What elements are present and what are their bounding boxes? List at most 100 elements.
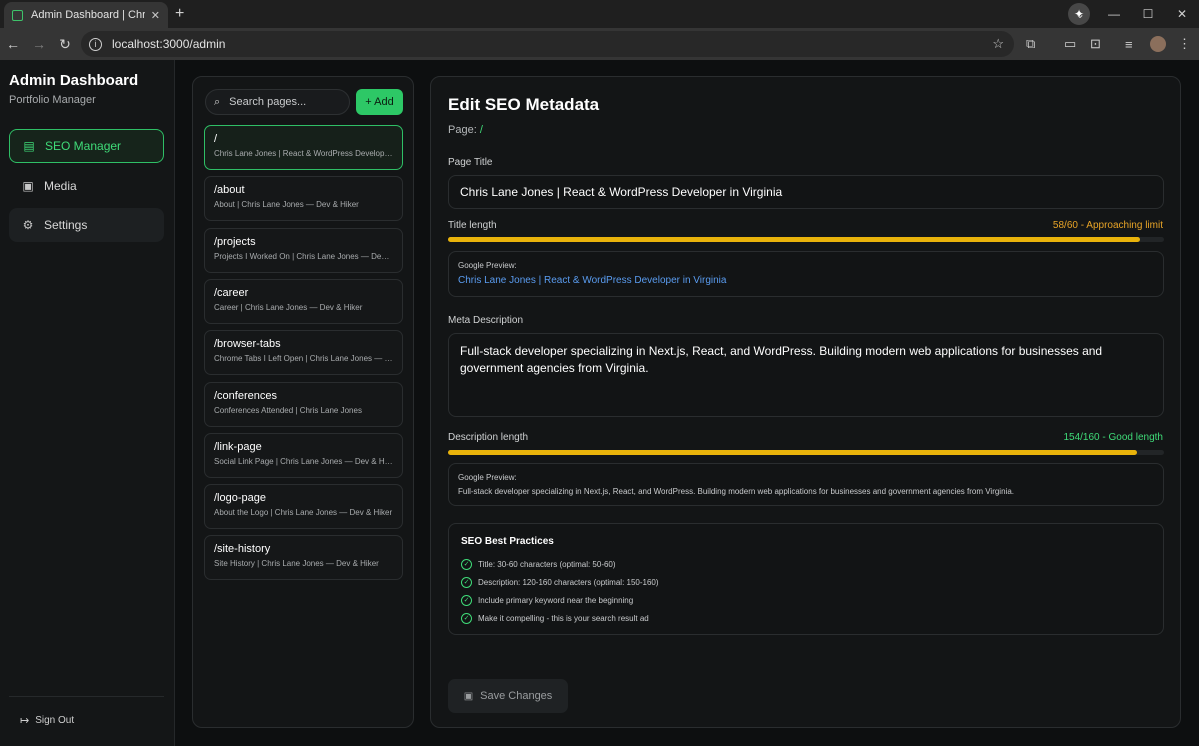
save-changes-button[interactable]: ▣ Save Changes [448,679,568,713]
close-tab-icon[interactable]: ✕ [151,9,160,22]
best-practice-item: ✓ Title: 30-60 characters (optimal: 50-60… [461,555,1151,573]
description-length-fill [448,450,1138,455]
description-google-preview: Google Preview: Full-stack developer spe… [448,463,1164,506]
title-google-preview: Google Preview: Chris Lane Jones | React… [448,251,1164,297]
reload-icon[interactable]: ↻ [52,36,78,53]
check-circle-icon: ✓ [461,576,472,588]
seo-best-practices: SEO Best Practices ✓ Title: 30-60 charact… [448,523,1164,635]
best-practice-item: ✓ Description: 120-160 characters (optima… [461,573,1151,591]
page-meta-title: Social Link Page | Chris Lane Jones — De… [214,456,393,466]
preview-title: Chris Lane Jones | React & WordPress Dev… [458,275,727,286]
description-length-label: Description length [448,432,529,443]
bookmark-star-icon[interactable]: ☆ [992,36,1004,52]
preview-label: Google Preview: [458,473,517,482]
description-textarea[interactable]: Full-stack developer specializing in Nex… [448,333,1164,417]
site-info-icon[interactable]: i [89,37,102,51]
title-label: Page Title [448,157,493,168]
page-list-item[interactable]: /link-page Social Link Page | Chris Lane … [204,432,403,478]
document-icon: ▤ [23,139,35,153]
add-page-button[interactable]: + Add [356,89,403,115]
sign-out-icon: ↦ [20,715,30,727]
title-length-label: Title length [448,220,497,231]
new-tab-icon[interactable]: + [175,5,184,23]
sidebar-item-label: Settings [44,218,88,232]
page-path: /browser-tabs [214,338,281,351]
tab-title: Admin Dashboard | Chris Lane [31,9,145,21]
best-practice-text: Title: 30-60 characters (optimal: 50-60) [478,559,616,569]
sidebar-item-media[interactable]: ▣ Media [9,169,164,203]
favicon-icon [12,9,23,21]
page-meta-title: Career | Chris Lane Jones — Dev & Hiker [214,302,363,312]
page-list-item[interactable]: /logo-page About the Logo | Chris Lane Jo… [204,484,403,530]
best-practice-item: ✓ Make it compelling - this is your searc… [461,609,1151,627]
description-label: Meta Description [448,315,524,326]
sign-out-button[interactable]: ↦ Sign Out [20,714,74,727]
page-meta-title: Chris Lane Jones | React & WordPress Dev… [214,149,393,158]
back-icon[interactable]: ← [0,36,26,52]
sidebar: Admin Dashboard Portfolio Manager ▤ SEO … [0,60,175,746]
page-path: /projects [214,235,256,248]
page-path: /career [214,286,249,299]
sidebar-item-label: SEO Manager [45,139,122,153]
browser-tab[interactable]: Admin Dashboard | Chris Lane ✕ [4,2,168,28]
save-label: Save Changes [480,690,553,702]
sidebar-divider [9,696,164,697]
reading-list-icon[interactable]: ≡ [1125,28,1133,60]
page-meta-title: Chrome Tabs I Left Open | Chris Lane Jon… [214,354,393,364]
page-list-item[interactable]: /site-history Site History | Chris Lane J… [204,535,403,581]
screenshot-icon[interactable]: ⊡ [1090,28,1101,60]
best-practices-heading: SEO Best Practices [461,536,554,547]
close-window-icon[interactable]: ✕ [1165,7,1199,21]
editor-panel: Edit SEO Metadata Page: / Page Title Chr… [430,76,1181,728]
best-practice-text: Include primary keyword near the beginni… [478,595,634,605]
best-practice-text: Make it compelling - this is your search… [478,613,649,623]
preview-description: Full-stack developer specializing in Nex… [458,487,1014,496]
search-input[interactable]: ⌕ Search pages... [205,89,350,115]
cast-icon[interactable]: ▭ [1064,28,1076,60]
check-circle-icon: ✓ [461,612,472,624]
pages-panel: ⌕ Search pages... + Add / Chris Lane Jone… [192,76,414,728]
image-icon: ▣ [22,179,34,193]
extensions-icon[interactable]: ⧉ [1026,28,1035,60]
page-list-item[interactable]: /browser-tabs Chrome Tabs I Left Open | C… [204,330,403,376]
url-text: localhost:3000/admin [112,37,226,51]
page-list-item[interactable]: /conferences Conferences Attended | Chris… [204,381,403,427]
maximize-icon[interactable]: ☐ [1131,7,1165,21]
search-icon: ⌕ [214,95,221,108]
check-circle-icon: ✓ [461,594,472,606]
title-count: 58/60 - Approaching limit [1052,220,1163,231]
address-bar[interactable]: i localhost:3000/admin ☆ [81,31,1014,57]
editor-heading: Edit SEO Metadata [448,95,600,114]
sign-out-label: Sign Out [35,715,75,726]
page-list-item[interactable]: /projects Projects I Worked On | Chris La… [204,227,403,273]
page-list-item[interactable]: /about About | Chris Lane Jones — Dev & H… [204,176,403,222]
minimize-icon[interactable]: — [1097,7,1131,21]
avatar[interactable] [1150,36,1166,52]
gear-icon: ⚙ [22,218,34,232]
app-subtitle: Portfolio Manager [9,94,96,106]
browser-toolbar: ← → ↻ i localhost:3000/admin ☆ ⧉ ▭ ⊡ ≡ ⋮ [0,28,1199,60]
sidebar-item-seo-manager[interactable]: ▤ SEO Manager [9,129,164,163]
preview-label: Google Preview: [458,261,517,270]
page-meta-title: Site History | Chris Lane Jones — Dev & … [214,559,379,569]
page-meta-title: Conferences Attended | Chris Lane Jones [214,405,362,415]
page-value: / [479,124,483,136]
page-list-item[interactable]: / Chris Lane Jones | React & WordPress De… [204,125,403,170]
browser-tab-bar: Admin Dashboard | Chris Lane ✕ + ✦ ⌄ — ☐… [0,0,1199,28]
page-path: /logo-page [214,492,266,505]
page-path: / [214,133,218,145]
sidebar-item-settings[interactable]: ⚙ Settings [9,208,164,242]
profile-avatar[interactable] [1150,28,1166,60]
best-practice-text: Description: 120-160 characters (optimal… [478,577,659,587]
page-list-item[interactable]: /career Career | Chris Lane Jones — Dev &… [204,278,403,324]
app-title: Admin Dashboard [9,72,139,89]
page-meta-title: Projects I Worked On | Chris Lane Jones … [214,251,393,261]
page-meta-title: About the Logo | Chris Lane Jones — Dev … [214,508,393,518]
title-input[interactable]: Chris Lane Jones | React & WordPress Dev… [448,175,1164,209]
title-length-fill [448,237,1141,242]
forward-icon[interactable]: → [26,36,52,52]
menu-icon[interactable]: ⋮ [1178,28,1191,60]
save-icon: ▣ [463,690,474,702]
description-count: 154/160 - Good length [1063,432,1163,443]
dropdown-icon[interactable]: ⌄ [1063,7,1097,21]
